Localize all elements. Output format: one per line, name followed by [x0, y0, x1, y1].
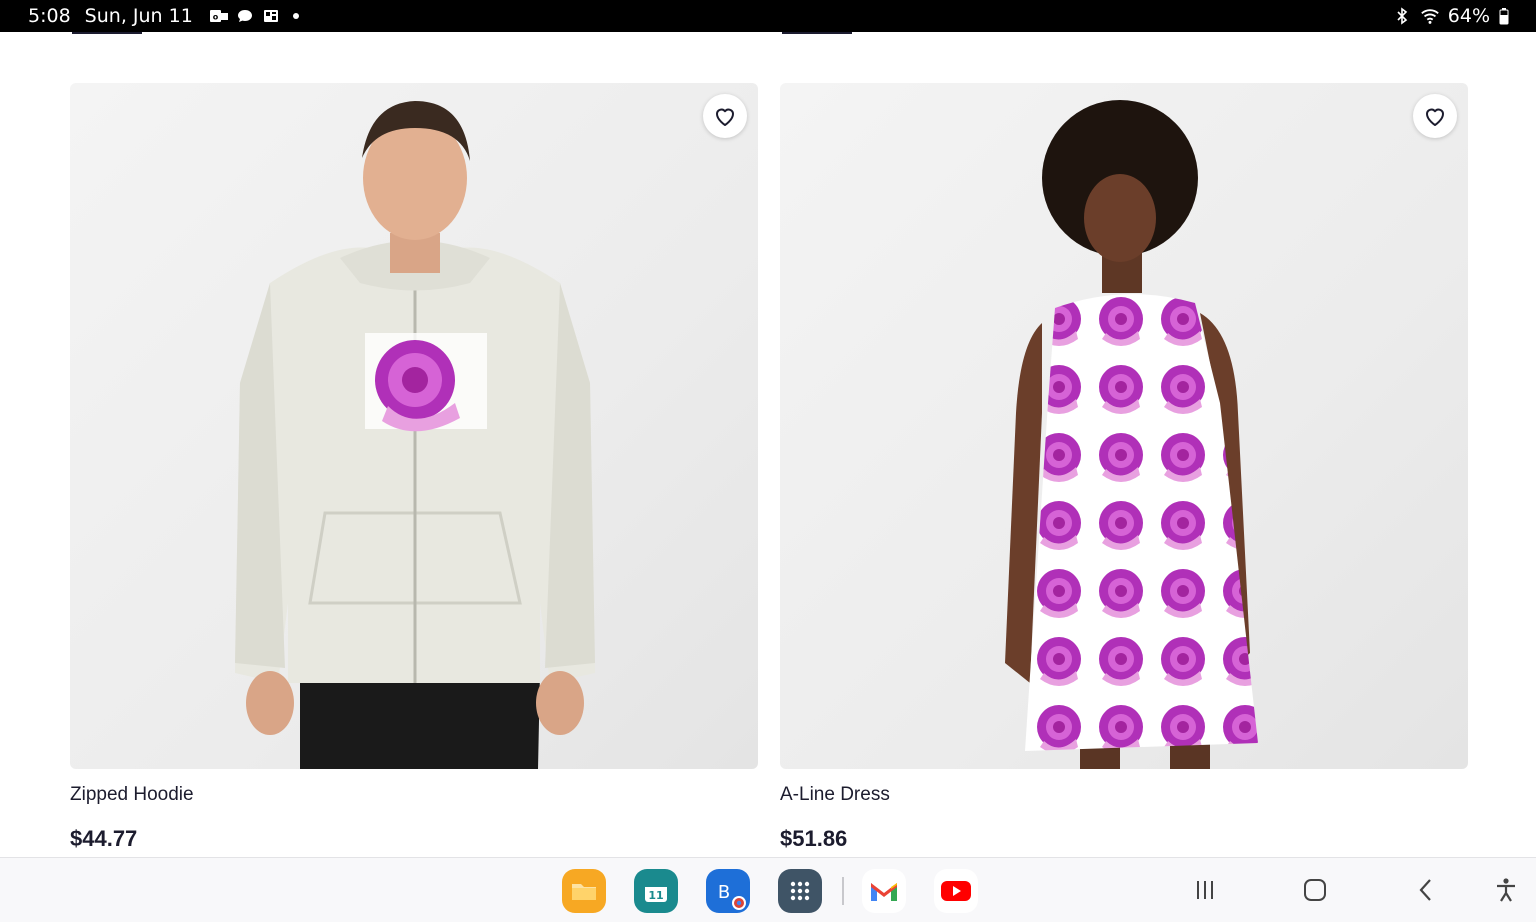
calendar-app-icon[interactable]: 11	[634, 869, 678, 913]
taskbar: 11 B	[0, 857, 1536, 922]
notification-dot	[292, 13, 299, 19]
favorite-button[interactable]	[703, 94, 747, 138]
dress-model-illustration	[1005, 100, 1258, 769]
previous-row-price-sliver	[780, 32, 860, 42]
svg-text:o: o	[213, 13, 219, 22]
battery-percent: 64%	[1447, 5, 1490, 27]
app-dock: 11 B	[562, 869, 1006, 913]
bluetooth-icon	[1392, 7, 1412, 25]
gallery-icon	[261, 7, 281, 25]
previous-row-price-sliver	[70, 32, 150, 42]
status-bar: 5:08 Sun, Jun 11 o 64%	[0, 0, 1536, 32]
youtube-app-icon[interactable]	[934, 869, 978, 913]
favorite-button[interactable]	[1413, 94, 1457, 138]
bing-chrome-app-icon[interactable]: B	[706, 869, 750, 913]
product-title[interactable]: Zipped Hoodie	[70, 784, 758, 806]
product-price: $44.77	[70, 826, 138, 851]
hoodie-model-illustration	[235, 101, 595, 769]
heart-icon	[1426, 108, 1444, 126]
battery-icon	[1498, 7, 1510, 25]
hoodie-image[interactable]	[70, 83, 758, 769]
product-grid: Zipped Hoodie $44.77 A-Line Dress $51.86	[0, 32, 1536, 857]
heart-icon	[716, 108, 734, 126]
status-time: 5:08	[28, 5, 71, 27]
app-drawer-icon[interactable]	[778, 869, 822, 913]
recents-button[interactable]	[1189, 874, 1221, 906]
accessibility-button[interactable]	[1490, 874, 1522, 906]
files-app-icon[interactable]	[562, 869, 606, 913]
gmail-app-icon[interactable]	[862, 869, 906, 913]
dress-image[interactable]	[780, 83, 1468, 769]
svg-text:B: B	[718, 882, 730, 903]
product-card-hoodie[interactable]: Zipped Hoodie $44.77	[70, 83, 758, 852]
product-price: $51.86	[780, 826, 848, 851]
back-button[interactable]	[1410, 874, 1442, 906]
wifi-icon	[1420, 7, 1440, 25]
product-title[interactable]: A-Line Dress	[780, 784, 1468, 806]
status-date: Sun, Jun 11	[84, 5, 193, 27]
outlook-icon: o	[209, 7, 229, 25]
product-card-dress[interactable]: A-Line Dress $51.86	[780, 83, 1468, 852]
svg-text:11: 11	[648, 889, 663, 902]
home-button[interactable]	[1299, 874, 1331, 906]
chat-icon	[235, 7, 255, 25]
dock-divider	[842, 877, 844, 905]
